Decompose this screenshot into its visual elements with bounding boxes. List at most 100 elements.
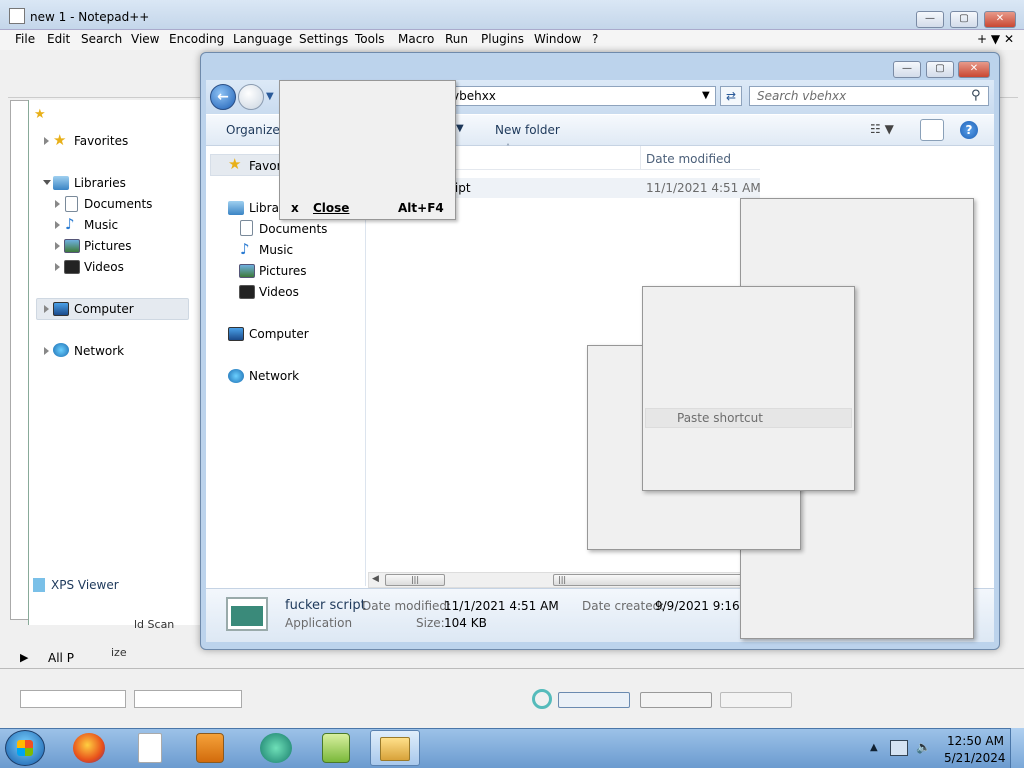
tree-favorites[interactable]: Favorites xyxy=(74,134,128,148)
documents-icon xyxy=(65,196,78,212)
forward-arrow-icon[interactable] xyxy=(238,84,264,110)
pictures-icon xyxy=(239,264,255,278)
menu-plugins[interactable]: Plugins xyxy=(481,32,524,46)
details-file-name: fucker script xyxy=(285,598,366,613)
notepad-titlebar[interactable] xyxy=(0,0,1024,30)
menu-file[interactable]: File xyxy=(15,32,35,46)
back-arrow-icon[interactable]: ← xyxy=(210,84,236,110)
clock-time[interactable]: 12:50 AM xyxy=(947,734,1004,748)
nav-network[interactable]: Network xyxy=(249,369,299,383)
browser-icon[interactable] xyxy=(260,733,292,763)
close-accelerator: x xyxy=(291,201,299,215)
apply-button[interactable] xyxy=(720,692,792,708)
show-desktop-button[interactable] xyxy=(1010,728,1024,768)
menu-run[interactable]: Run xyxy=(445,32,468,46)
expand-icon[interactable] xyxy=(44,305,49,313)
network-icon xyxy=(53,343,69,357)
expand-icon[interactable] xyxy=(55,221,60,229)
minimize-icon[interactable]: — xyxy=(893,61,921,78)
notepad-plus-plus-icon[interactable] xyxy=(322,733,350,763)
notepad-title: new 1 - Notepad++ xyxy=(30,10,150,24)
expand-icon[interactable] xyxy=(55,263,60,271)
volume-muted-icon[interactable]: 🔈 xyxy=(916,740,934,756)
nav-documents[interactable]: Documents xyxy=(259,222,327,236)
nav-pictures[interactable]: Pictures xyxy=(259,264,307,278)
menu-window[interactable]: Window xyxy=(534,32,581,46)
clock-date[interactable]: 5/21/2024 xyxy=(944,751,1006,765)
menu-settings[interactable]: Settings xyxy=(299,32,348,46)
paste-shortcut-label: Paste shortcut xyxy=(677,411,763,425)
menu-view[interactable]: View xyxy=(131,32,159,46)
network-tray-icon[interactable] xyxy=(890,740,908,756)
pictures-icon xyxy=(64,239,80,253)
background-text: ize xyxy=(111,646,127,659)
help-icon[interactable]: ? xyxy=(960,121,978,139)
notepad-app-icon xyxy=(9,8,25,24)
tree-documents[interactable]: Documents xyxy=(84,197,152,211)
nav-videos[interactable]: Videos xyxy=(259,285,299,299)
blank-file-icon[interactable] xyxy=(138,733,162,763)
notepad-tab-controls[interactable]: + ▼ ✕ xyxy=(977,32,1014,46)
search-placeholder: Search vbehxx xyxy=(757,89,847,103)
tray-expand-icon[interactable]: ▲ xyxy=(870,742,878,753)
expand-icon[interactable] xyxy=(55,200,60,208)
background-text: ld Scan xyxy=(134,618,175,631)
tree-videos[interactable]: Videos xyxy=(84,260,124,274)
close-icon[interactable]: ✕ xyxy=(984,11,1016,28)
menu-language[interactable]: Language xyxy=(233,32,292,46)
scroll-left-icon[interactable]: ◀ xyxy=(372,574,379,584)
all-programs[interactable]: All P xyxy=(48,651,74,665)
menu-search[interactable]: Search xyxy=(81,32,122,46)
minimize-icon[interactable]: — xyxy=(916,11,944,28)
refresh-icon[interactable]: ⇄ xyxy=(720,86,742,106)
address-text: vbehxx xyxy=(452,89,496,103)
view-options-icon[interactable]: ☷ ▼ xyxy=(870,122,894,136)
tree-network[interactable]: Network xyxy=(74,344,124,358)
context-menu xyxy=(642,286,855,491)
chevron-down-icon[interactable]: ▼ xyxy=(266,91,274,102)
new-folder-button[interactable]: New folder xyxy=(495,123,560,137)
preview-pane-icon[interactable] xyxy=(920,119,944,141)
tree-computer[interactable]: Computer xyxy=(74,302,134,316)
details-size-label: Size: xyxy=(416,616,445,630)
music-icon: ♪ xyxy=(240,240,250,258)
scroll-thumb[interactable]: ||| xyxy=(385,574,445,586)
maximize-icon[interactable]: ▢ xyxy=(926,61,954,78)
cancel-button[interactable] xyxy=(640,692,712,708)
expand-icon[interactable] xyxy=(44,347,49,355)
nav-computer[interactable]: Computer xyxy=(249,327,309,341)
menu-edit[interactable]: Edit xyxy=(47,32,70,46)
maximize-icon[interactable]: ▢ xyxy=(950,11,978,28)
media-player-icon[interactable] xyxy=(196,733,224,763)
background-field[interactable] xyxy=(134,690,242,708)
firefox-icon[interactable] xyxy=(73,733,105,763)
menu-encoding[interactable]: Encoding xyxy=(169,32,224,46)
tree-libraries[interactable]: Libraries xyxy=(74,176,126,190)
tree-music[interactable]: Music xyxy=(84,218,118,232)
xps-viewer-label: XPS Viewer xyxy=(51,578,119,592)
xps-viewer-icon xyxy=(33,578,45,592)
nav-music[interactable]: Music xyxy=(259,243,293,257)
system-menu-close-shortcut: Alt+F4 xyxy=(398,201,444,215)
expand-icon[interactable] xyxy=(44,137,49,145)
menu-tools[interactable]: Tools xyxy=(355,32,385,46)
scroll-thumb[interactable]: ||| xyxy=(553,574,743,586)
expand-icon[interactable] xyxy=(55,242,60,250)
column-date-modified[interactable]: Date modified xyxy=(646,152,731,166)
nav-favorites[interactable]: Favor xyxy=(249,159,282,173)
start-search-field[interactable] xyxy=(20,690,126,708)
column-separator[interactable] xyxy=(640,146,641,170)
tree-pictures[interactable]: Pictures xyxy=(84,239,132,253)
collapse-icon[interactable] xyxy=(43,180,51,185)
menu-macro[interactable]: Macro xyxy=(398,32,434,46)
ok-button[interactable] xyxy=(558,692,630,708)
favorites-icon: ★ xyxy=(53,131,67,149)
close-icon[interactable]: ✕ xyxy=(958,61,990,78)
windows-logo-icon xyxy=(17,740,33,756)
chevron-down-icon[interactable]: ▼ xyxy=(456,123,464,134)
organize-button[interactable]: Organize xyxy=(226,123,280,137)
chevron-down-icon[interactable]: ▼ xyxy=(702,90,710,101)
system-menu-close[interactable]: Close xyxy=(313,201,349,215)
search-icon[interactable]: ⚲ xyxy=(971,88,981,103)
menu-help[interactable]: ? xyxy=(592,32,598,46)
